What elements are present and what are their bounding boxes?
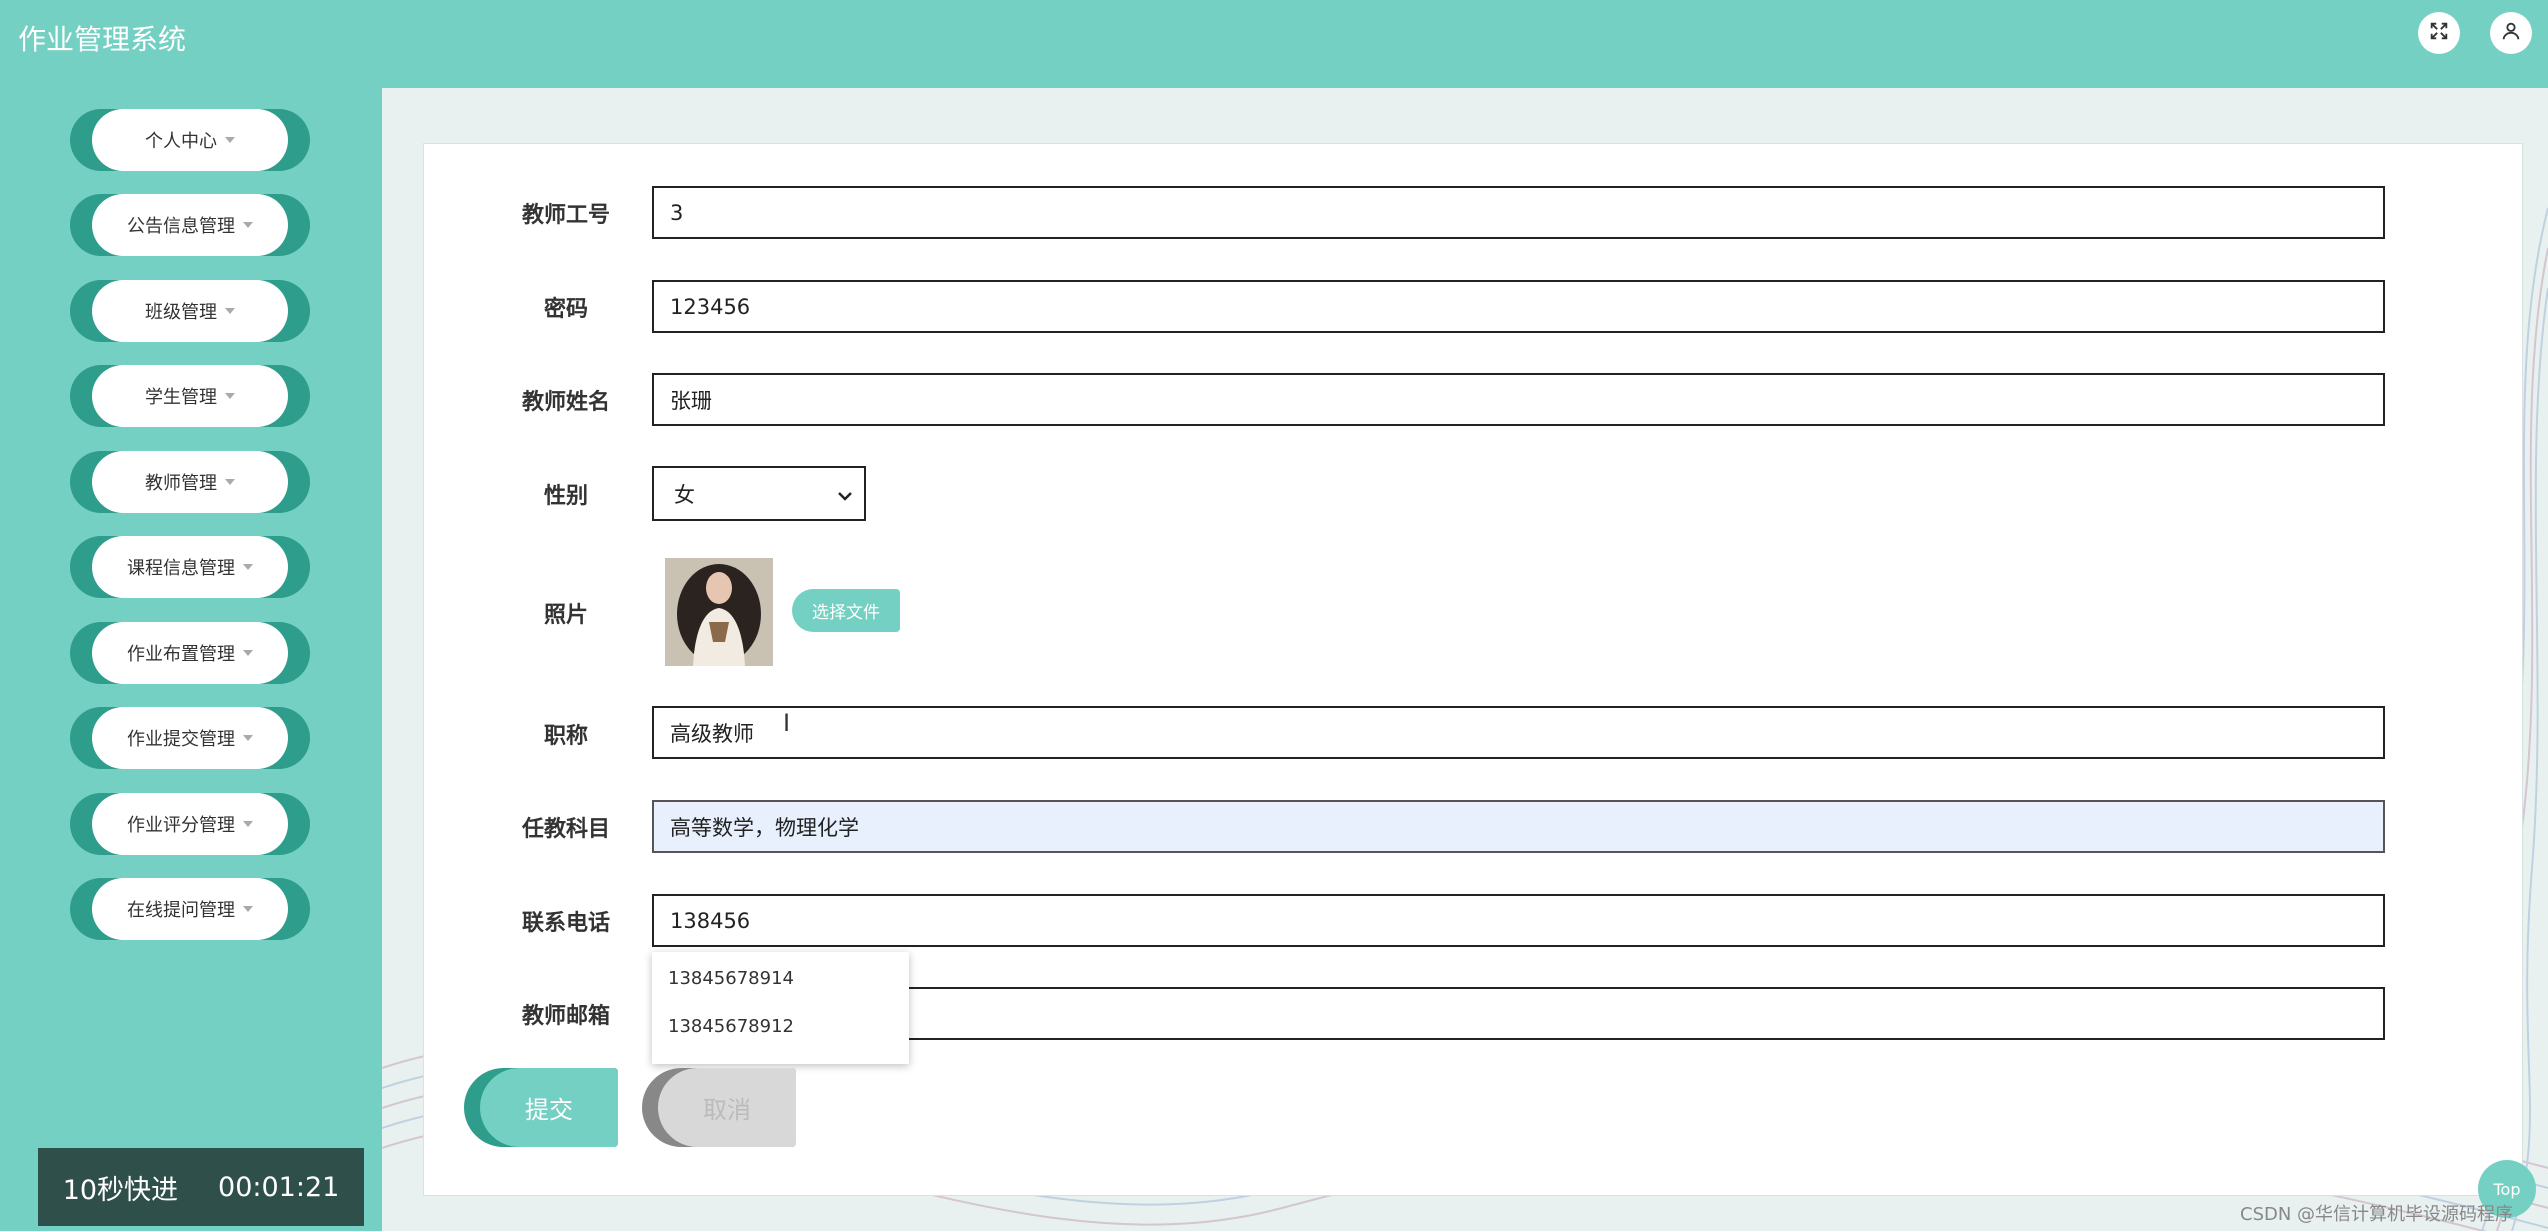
caret-down-icon xyxy=(243,906,253,912)
caret-down-icon xyxy=(243,564,253,570)
teacher-edit-form: 教师工号 3 密码 123456 教师姓名 张珊 性别 女 照片 选择文件 职称… xyxy=(423,143,2523,1196)
chevron-down-icon xyxy=(838,482,852,506)
sidebar-item-label: 在线提问管理 xyxy=(127,900,235,921)
sidebar-item-assignment-management[interactable]: 作业布置管理 xyxy=(70,622,310,684)
sidebar-item-label: 学生管理 xyxy=(145,387,217,408)
gender-value: 女 xyxy=(674,482,695,507)
user-button[interactable] xyxy=(2490,12,2532,54)
cancel-button[interactable]: 取消 xyxy=(642,1068,796,1147)
teacher-name-field[interactable]: 张珊 xyxy=(652,373,2385,426)
job-title-field[interactable]: 高级教师 xyxy=(652,706,2385,759)
autocomplete-option[interactable]: 13845678914 xyxy=(668,968,794,989)
gender-select[interactable]: 女 xyxy=(652,466,866,521)
phone-field[interactable]: 138456 xyxy=(652,894,2385,947)
sidebar-item-label: 作业提交管理 xyxy=(127,729,235,750)
user-icon xyxy=(2500,20,2522,46)
caret-down-icon xyxy=(225,308,235,314)
password-field[interactable]: 123456 xyxy=(652,280,2385,333)
fast-forward-label: 10秒快进 xyxy=(62,1174,179,1206)
subjects-field[interactable]: 高等数学，物理化学 xyxy=(652,800,2385,853)
teacher-id-field[interactable]: 3 xyxy=(652,186,2385,239)
fast-forward-time: 00:01:21 xyxy=(218,1171,340,1203)
top-header: 作业管理系统 xyxy=(0,0,2548,88)
sidebar-item-label: 课程信息管理 xyxy=(127,558,235,579)
text-cursor-icon: I xyxy=(783,709,791,737)
sidebar-item-label: 班级管理 xyxy=(145,302,217,323)
expand-icon xyxy=(2428,20,2450,46)
photo-label: 照片 xyxy=(543,603,588,628)
sidebar-item-label: 个人中心 xyxy=(145,131,217,152)
sidebar-item-course-management[interactable]: 课程信息管理 xyxy=(70,536,310,598)
caret-down-icon xyxy=(243,821,253,827)
submit-label: 提交 xyxy=(480,1068,618,1147)
sidebar-item-student-management[interactable]: 学生管理 xyxy=(70,365,310,427)
teacher-id-label: 教师工号 xyxy=(521,203,610,228)
sidebar-item-personal-center[interactable]: 个人中心 xyxy=(70,109,310,171)
cancel-label: 取消 xyxy=(658,1068,796,1147)
choose-file-button[interactable]: 选择文件 xyxy=(792,589,900,632)
fullscreen-button[interactable] xyxy=(2418,12,2460,54)
job-title-label: 职称 xyxy=(543,724,588,749)
sidebar-item-grading-management[interactable]: 作业评分管理 xyxy=(70,793,310,855)
sidebar-item-label: 公告信息管理 xyxy=(127,216,235,237)
email-field[interactable] xyxy=(652,987,2385,1040)
gender-label: 性别 xyxy=(543,484,588,509)
sidebar-item-label: 教师管理 xyxy=(145,473,217,494)
teacher-photo xyxy=(665,558,773,666)
caret-down-icon xyxy=(225,393,235,399)
sidebar-item-label: 作业布置管理 xyxy=(127,644,235,665)
phone-autocomplete-dropdown: 13845678914 13845678912 xyxy=(652,952,909,1064)
sidebar-item-online-question-management[interactable]: 在线提问管理 xyxy=(70,878,310,940)
sidebar-item-notice-management[interactable]: 公告信息管理 xyxy=(70,194,310,256)
sidebar-item-teacher-management[interactable]: 教师管理 xyxy=(70,451,310,513)
sidebar-item-submission-management[interactable]: 作业提交管理 xyxy=(70,707,310,769)
sidebar-item-label: 作业评分管理 xyxy=(127,815,235,836)
caret-down-icon xyxy=(243,735,253,741)
caret-down-icon xyxy=(243,222,253,228)
caret-down-icon xyxy=(225,137,235,143)
email-label: 教师邮箱 xyxy=(521,1004,610,1029)
autocomplete-option[interactable]: 13845678912 xyxy=(668,1016,794,1037)
subjects-label: 任教科目 xyxy=(521,817,610,842)
password-label: 密码 xyxy=(543,297,588,322)
submit-button[interactable]: 提交 xyxy=(464,1068,618,1147)
sidebar: 个人中心 公告信息管理 班级管理 学生管理 教师管理 课程信息管理 作业布置管理… xyxy=(0,88,382,1231)
teacher-name-label: 教师姓名 xyxy=(521,390,610,415)
watermark-text: CSDN @华信计算机毕设源码程序 xyxy=(2240,1204,2514,1225)
caret-down-icon xyxy=(243,650,253,656)
fast-forward-badge: 10秒快进 00:01:21 xyxy=(38,1148,364,1226)
app-title: 作业管理系统 xyxy=(18,23,187,56)
sidebar-item-class-management[interactable]: 班级管理 xyxy=(70,280,310,342)
caret-down-icon xyxy=(225,479,235,485)
phone-label: 联系电话 xyxy=(521,911,610,936)
